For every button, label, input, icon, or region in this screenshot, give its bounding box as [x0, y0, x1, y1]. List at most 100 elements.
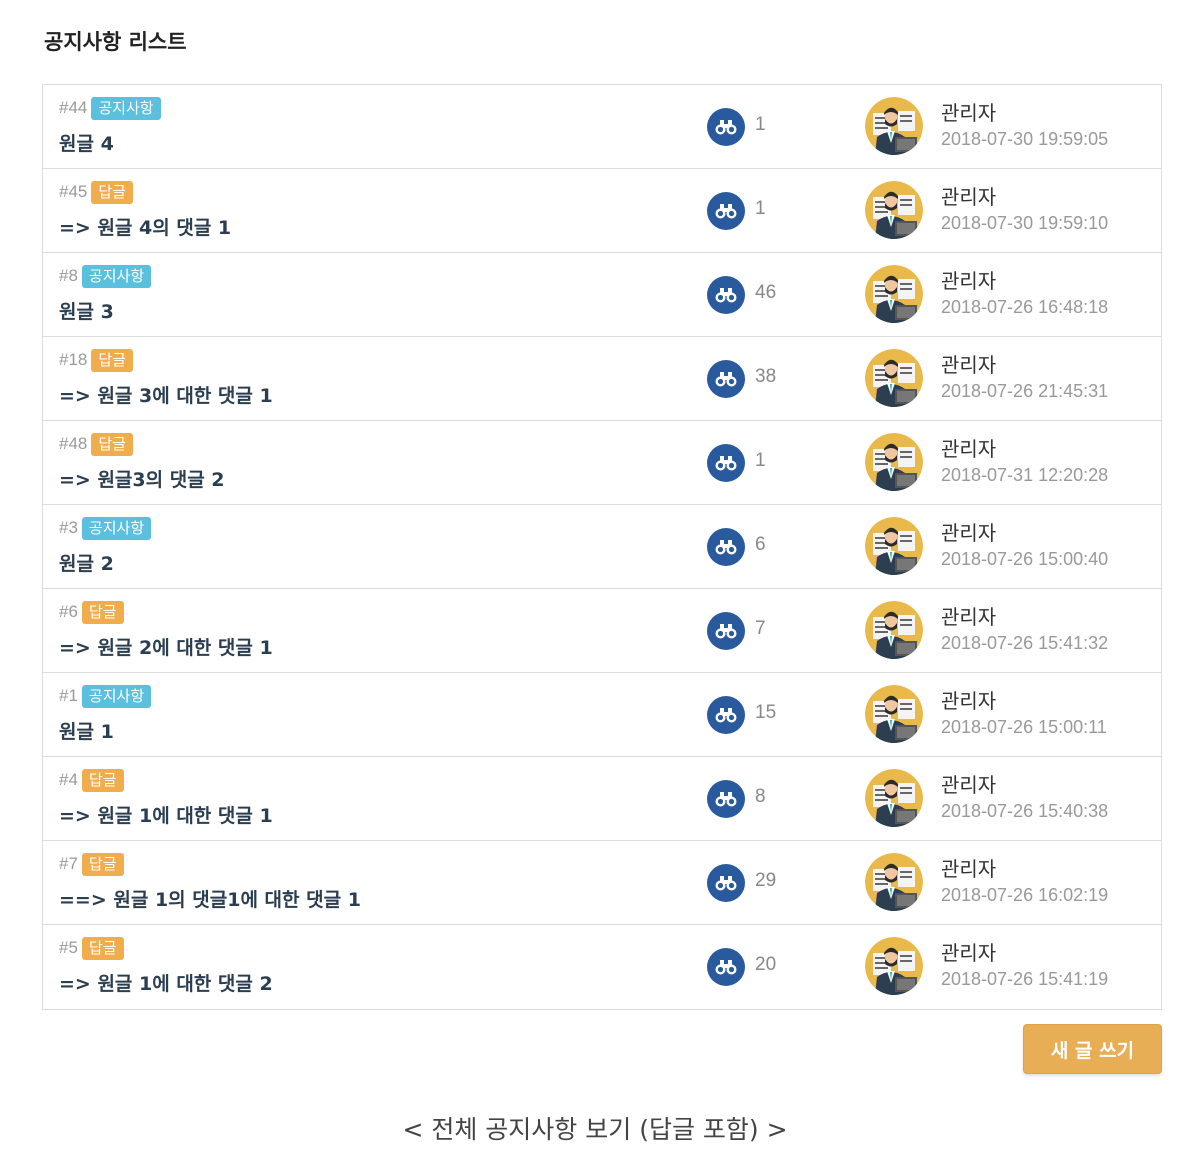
- binoculars-icon: [707, 696, 745, 734]
- post-meta: #3 공지사항: [59, 516, 152, 540]
- post-type-badge: 공지사항: [81, 516, 152, 540]
- post-row[interactable]: #5 답글 => 원글 1에 대한 댓글 2 20 관리자 2018-07-26…: [43, 925, 1161, 1009]
- post-row[interactable]: #4 답글 => 원글 1에 대한 댓글 1 8 관리자 2018-07-26 …: [43, 757, 1161, 841]
- post-row[interactable]: #3 공지사항 원글 2 6 관리자 2018-07-26 15:00:40: [43, 505, 1161, 589]
- post-number: #18: [59, 350, 88, 369]
- avatar-icon: [865, 349, 923, 407]
- binoculars-icon: [707, 948, 745, 986]
- post-date: 2018-07-26 15:40:38: [941, 801, 1109, 821]
- post-row[interactable]: #18 답글 => 원글 3에 대한 댓글 1 38 관리자 2018-07-2…: [43, 337, 1161, 421]
- post-date: 2018-07-26 15:00:11: [941, 717, 1107, 737]
- post-meta: #8 공지사항: [59, 264, 152, 288]
- post-type-badge: 답글: [81, 936, 124, 960]
- post-meta: #44 공지사항: [59, 96, 161, 120]
- post-number: #5: [59, 938, 78, 957]
- post-list: #44 공지사항 원글 4 1 관리자 2018-07-30 19:59:05 …: [42, 84, 1162, 1010]
- post-number: #8: [59, 266, 78, 285]
- author-name: 관리자: [941, 437, 997, 461]
- post-row[interactable]: #48 답글 => 원글3의 댓글 2 1 관리자 2018-07-31 12:…: [43, 421, 1161, 505]
- post-number: #6: [59, 602, 78, 621]
- binoculars-icon: [707, 108, 745, 146]
- post-date: 2018-07-26 16:48:18: [941, 297, 1109, 317]
- avatar-icon: [865, 265, 923, 323]
- post-number: #48: [59, 434, 88, 453]
- post-row[interactable]: #7 답글 ==> 원글 1의 댓글1에 대한 댓글 1 29 관리자 2018…: [43, 841, 1161, 925]
- post-type-badge: 공지사항: [91, 96, 161, 120]
- post-number: #4: [59, 770, 78, 789]
- post-title-link[interactable]: => 원글 1에 대한 댓글 2: [59, 969, 273, 996]
- post-title-link[interactable]: => 원글3의 댓글 2: [59, 465, 225, 492]
- post-meta: #1 공지사항: [59, 684, 152, 708]
- author-name: 관리자: [941, 269, 997, 293]
- post-title-link[interactable]: => 원글 4의 댓글 1: [59, 213, 231, 240]
- binoculars-icon: [707, 780, 745, 818]
- post-meta: #5 답글: [59, 936, 124, 960]
- binoculars-icon: [707, 612, 745, 650]
- view-count: 1: [755, 450, 766, 471]
- post-title-link[interactable]: 원글 2: [59, 549, 114, 576]
- avatar-icon: [865, 517, 923, 575]
- post-date: 2018-07-26 15:41:19: [941, 969, 1109, 989]
- post-row[interactable]: #44 공지사항 원글 4 1 관리자 2018-07-30 19:59:05: [43, 85, 1161, 169]
- view-count: 6: [755, 534, 766, 555]
- post-meta: #7 답글: [59, 852, 124, 876]
- view-count: 8: [755, 786, 766, 807]
- view-count: 38: [755, 366, 777, 387]
- author-name: 관리자: [941, 941, 997, 965]
- avatar-icon: [865, 685, 923, 743]
- post-meta: #6 답글: [59, 600, 124, 624]
- post-row[interactable]: #45 답글 => 원글 4의 댓글 1 1 관리자 2018-07-30 19…: [43, 169, 1161, 253]
- author-name: 관리자: [941, 773, 997, 797]
- author-name: 관리자: [941, 353, 997, 377]
- post-number: #7: [59, 854, 78, 873]
- avatar-icon: [865, 97, 923, 155]
- avatar-icon: [865, 769, 923, 827]
- post-date: 2018-07-30 19:59:05: [941, 129, 1109, 149]
- post-title-link[interactable]: 원글 1: [59, 717, 114, 744]
- post-title-link[interactable]: 원글 3: [59, 297, 114, 324]
- write-new-post-button[interactable]: 새 글 쓰기: [1023, 1024, 1162, 1074]
- post-number: #1: [59, 686, 78, 705]
- author-name: 관리자: [941, 185, 997, 209]
- post-date: 2018-07-26 15:41:32: [941, 633, 1109, 653]
- author-name: 관리자: [941, 101, 997, 125]
- post-date: 2018-07-31 12:20:28: [941, 465, 1109, 485]
- post-row[interactable]: #1 공지사항 원글 1 15 관리자 2018-07-26 15:00:11: [43, 673, 1161, 757]
- post-date: 2018-07-26 21:45:31: [941, 381, 1109, 401]
- binoculars-icon: [707, 528, 745, 566]
- avatar-icon: [865, 181, 923, 239]
- view-count: 29: [755, 870, 777, 891]
- author-name: 관리자: [941, 521, 997, 545]
- view-count: 15: [755, 702, 777, 723]
- post-row[interactable]: #8 공지사항 원글 3 46 관리자 2018-07-26 16:48:18: [43, 253, 1161, 337]
- post-type-badge: 답글: [91, 432, 133, 456]
- view-count: 46: [755, 282, 777, 303]
- binoculars-icon: [707, 444, 745, 482]
- post-title-link[interactable]: => 원글 1에 대한 댓글 1: [59, 801, 273, 828]
- post-title-link[interactable]: => 원글 3에 대한 댓글 1: [59, 381, 273, 408]
- post-meta: #45 답글: [59, 180, 133, 204]
- post-meta: #48 답글: [59, 432, 133, 456]
- post-number: #45: [59, 182, 88, 201]
- post-type-badge: 답글: [91, 348, 133, 372]
- view-count: 7: [755, 618, 766, 639]
- post-title-link[interactable]: ==> 원글 1의 댓글1에 대한 댓글 1: [59, 885, 361, 912]
- post-type-badge: 공지사항: [81, 684, 152, 708]
- post-type-badge: 답글: [81, 852, 124, 876]
- binoculars-icon: [707, 192, 745, 230]
- post-title-link[interactable]: 원글 4: [59, 129, 114, 156]
- post-title-link[interactable]: => 원글 2에 대한 댓글 1: [59, 633, 273, 660]
- author-name: 관리자: [941, 689, 997, 713]
- post-row[interactable]: #6 답글 => 원글 2에 대한 댓글 1 7 관리자 2018-07-26 …: [43, 589, 1161, 673]
- post-meta: #4 답글: [59, 768, 124, 792]
- author-name: 관리자: [941, 605, 997, 629]
- post-date: 2018-07-26 15:00:40: [941, 549, 1109, 569]
- post-meta: #18 답글: [59, 348, 133, 372]
- post-type-badge: 답글: [91, 180, 133, 204]
- view-count: 1: [755, 198, 766, 219]
- view-count: 1: [755, 114, 766, 135]
- post-number: #3: [59, 518, 78, 537]
- avatar-icon: [865, 601, 923, 659]
- avatar-icon: [865, 937, 923, 995]
- post-type-badge: 답글: [81, 768, 124, 792]
